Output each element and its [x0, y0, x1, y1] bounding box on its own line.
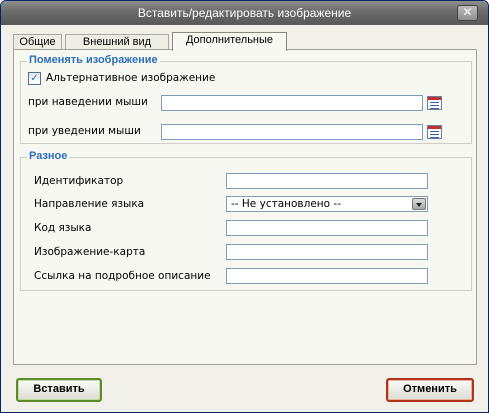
close-icon[interactable]: ✕ — [457, 5, 478, 21]
mouse-out-input[interactable] — [161, 124, 423, 140]
tab-panel-advanced: Поменять изображение ✓ Альтернативное из… — [13, 49, 477, 365]
title-bar[interactable]: Вставить/редактировать изображение ✕ — [1, 1, 488, 25]
mouse-out-label: при уведении мыши — [28, 125, 141, 137]
alternative-image-checkbox[interactable]: ✓ — [28, 72, 41, 85]
direction-selected: -- Не установлено -- — [231, 198, 341, 210]
id-label: Идентификатор — [34, 175, 124, 187]
direction-label: Направление языка — [34, 198, 145, 210]
long-desc-input[interactable] — [226, 268, 428, 284]
alternative-image-label: Альтернативное изображение — [46, 72, 216, 84]
swap-image-group: Поменять изображение ✓ Альтернативное из… — [20, 54, 472, 144]
tab-advanced[interactable]: Дополнительные — [172, 32, 287, 51]
mouse-over-input[interactable] — [161, 95, 423, 111]
swap-image-legend: Поменять изображение — [27, 54, 160, 66]
cancel-button[interactable]: Отменить — [386, 378, 474, 402]
direction-select[interactable]: -- Не установлено -- — [226, 196, 428, 212]
misc-group: Разное Идентификатор Направление языка -… — [20, 150, 472, 291]
id-input[interactable] — [226, 173, 428, 189]
long-desc-label: Ссылка на подробное описание — [34, 270, 211, 282]
lang-code-input[interactable] — [226, 220, 428, 236]
image-map-input[interactable] — [226, 244, 428, 260]
browse-icon[interactable] — [427, 125, 442, 139]
mouse-over-label: при наведении мыши — [28, 96, 148, 108]
image-dialog: Вставить/редактировать изображение ✕ Общ… — [0, 0, 489, 413]
insert-button[interactable]: Вставить — [16, 378, 102, 402]
chevron-down-icon[interactable] — [412, 198, 426, 210]
misc-legend: Разное — [27, 150, 70, 162]
browse-icon[interactable] — [427, 96, 442, 110]
image-map-label: Изображение-карта — [34, 246, 146, 258]
dialog-title: Вставить/редактировать изображение — [137, 6, 352, 20]
lang-code-label: Код языка — [34, 222, 92, 234]
